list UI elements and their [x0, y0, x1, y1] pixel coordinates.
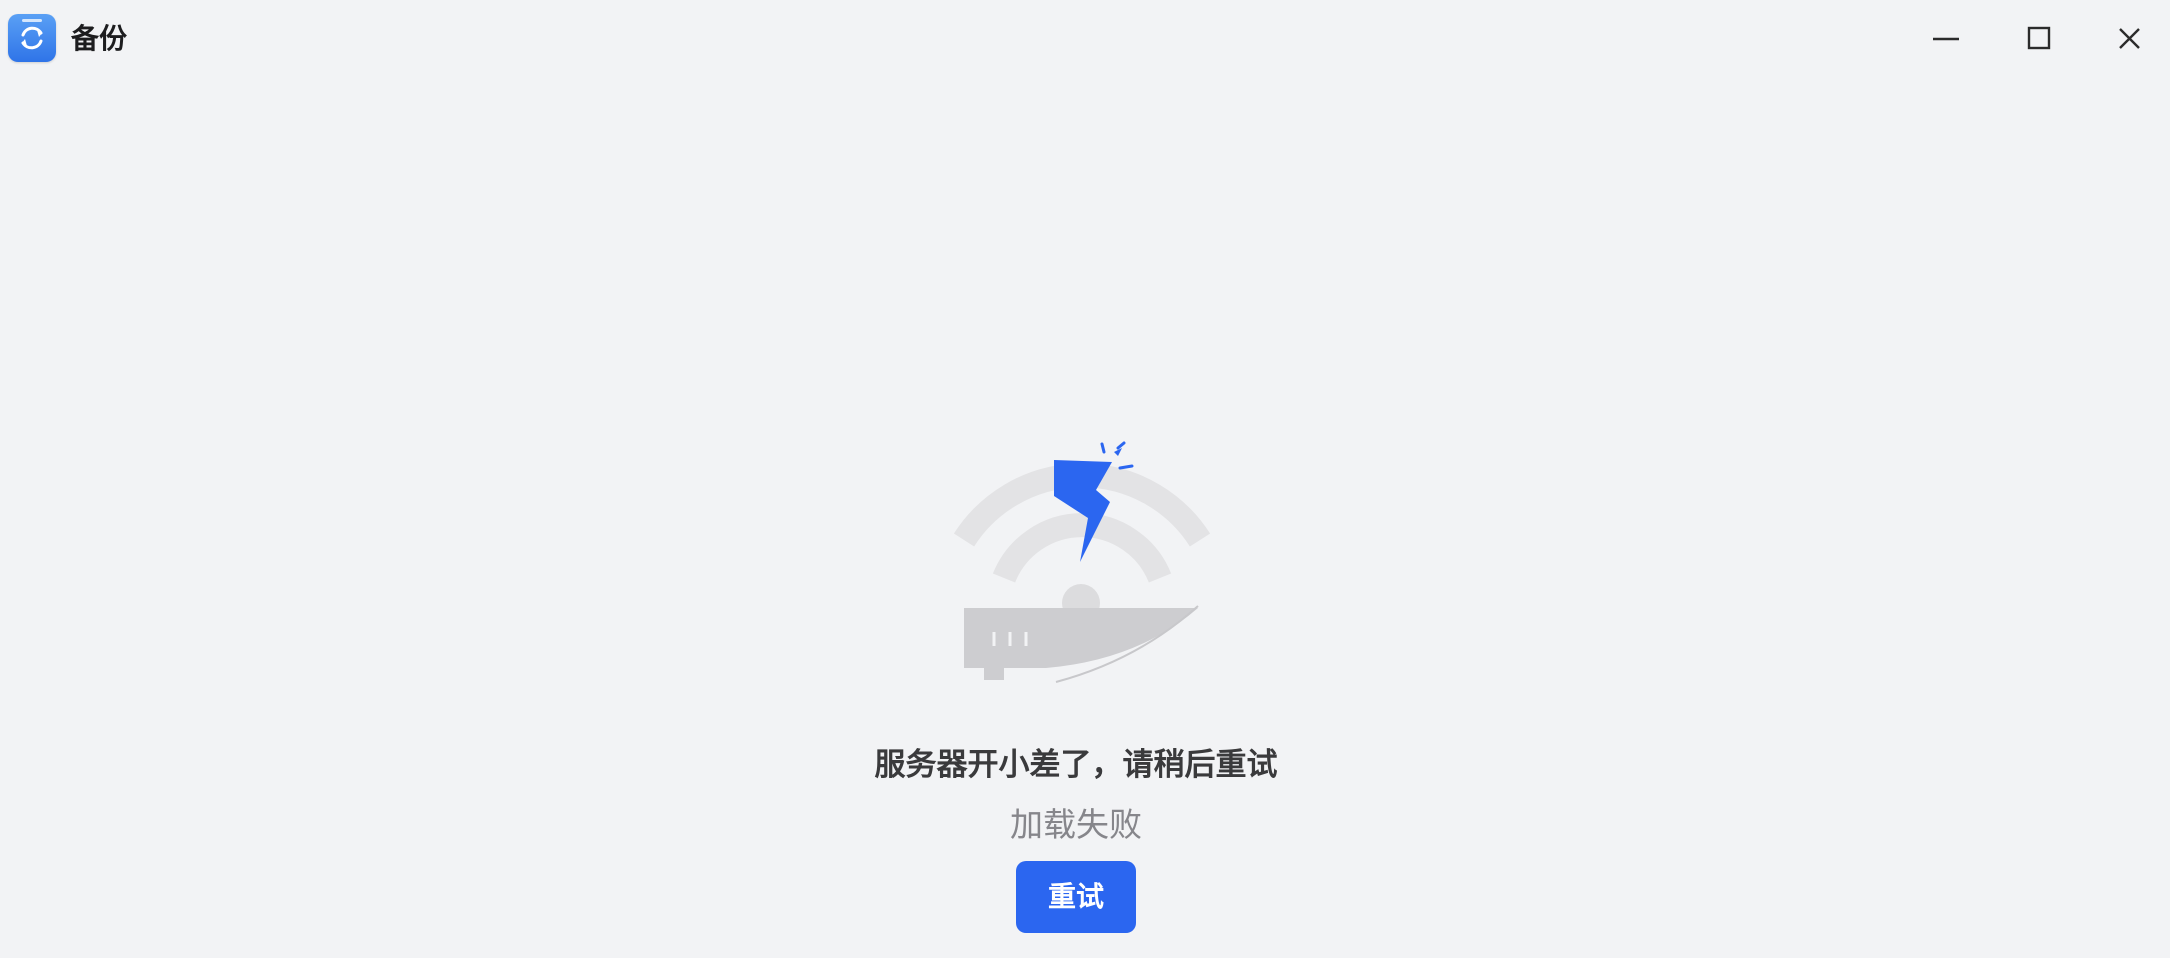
- sync-icon: [8, 14, 56, 62]
- wifi-router-lightning-illustration: [950, 438, 1211, 688]
- minimize-icon: [1933, 37, 1959, 41]
- error-subtitle: 加载失败: [1010, 805, 1142, 844]
- error-title: 服务器开小差了，请稍后重试: [874, 747, 1278, 783]
- window-title: 备份: [71, 22, 128, 55]
- title-bar[interactable]: 备份: [0, 0, 2170, 78]
- app-window: 备份 服务器开小差了，请稍后重试 加载失败 重试: [0, 0, 2170, 958]
- close-button[interactable]: [2100, 16, 2160, 62]
- minimize-button[interactable]: [1916, 16, 1976, 62]
- retry-button[interactable]: 重试: [1016, 861, 1136, 933]
- close-icon: [2119, 28, 2140, 49]
- maximize-button[interactable]: [2007, 16, 2067, 62]
- maximize-icon: [2027, 26, 2051, 50]
